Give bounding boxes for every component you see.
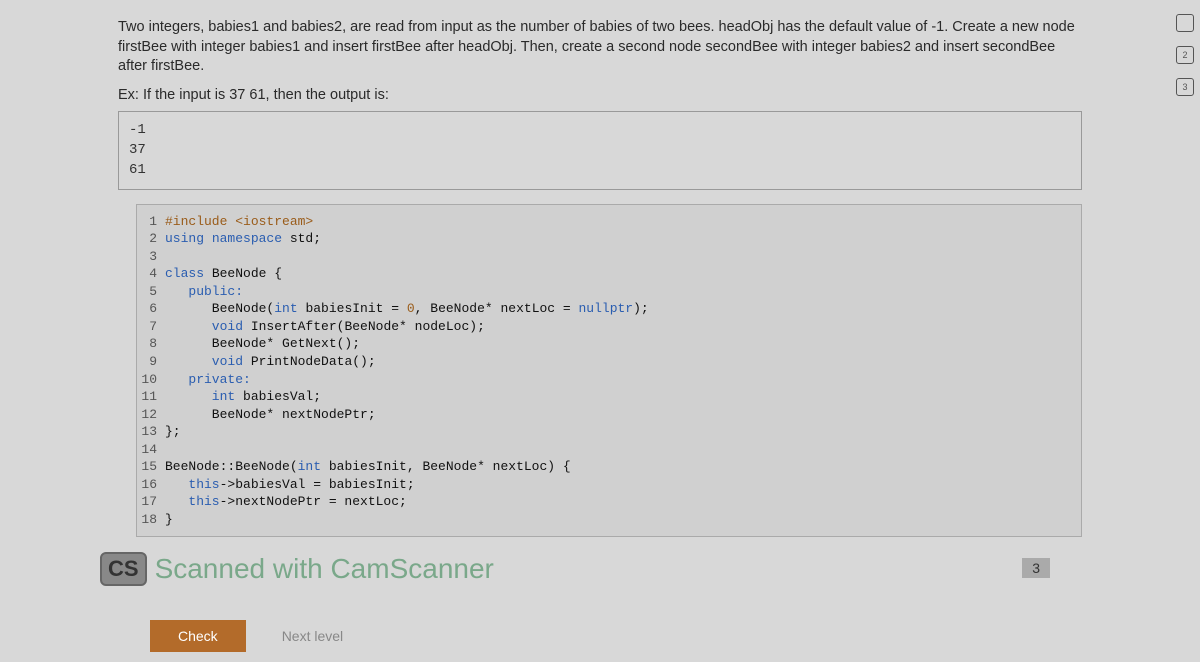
output-line: 61 [129,160,1071,180]
code-line: 14 [137,441,1081,459]
right-sidebar: 2 3 [1176,14,1194,96]
code-line: 4class BeeNode { [137,265,1081,283]
line-number: 13 [137,423,165,441]
page-number-badge: 3 [1022,558,1050,578]
line-number: 10 [137,371,165,389]
line-number: 4 [137,265,165,283]
problem-instructions: Two integers, babies1 and babies2, are r… [118,18,1082,77]
example-label: Ex: If the input is 37 61, then the outp… [118,87,1082,103]
output-line: -1 [129,120,1071,140]
code-content[interactable]: private: [165,371,251,389]
line-number: 18 [137,511,165,529]
line-number: 2 [137,230,165,248]
line-number: 17 [137,493,165,511]
code-line: 2using namespace std; [137,230,1081,248]
line-number: 12 [137,406,165,424]
code-line: 9 void PrintNodeData(); [137,353,1081,371]
next-level-button[interactable]: Next level [264,620,361,652]
code-content[interactable]: void PrintNodeData(); [165,353,376,371]
watermark-text: Scanned with CamScanner [155,553,494,585]
line-number: 8 [137,335,165,353]
sidebar-box-3[interactable]: 3 [1176,78,1194,96]
line-number: 16 [137,476,165,494]
code-content[interactable]: class BeeNode { [165,265,282,283]
check-button[interactable]: Check [150,620,246,652]
code-line: 5 public: [137,283,1081,301]
code-line: 8 BeeNode* GetNext(); [137,335,1081,353]
line-number: 5 [137,283,165,301]
code-content[interactable]: BeeNode::BeeNode(int babiesInit, BeeNode… [165,458,571,476]
code-line: 16 this->babiesVal = babiesInit; [137,476,1081,494]
code-content[interactable]: } [165,511,173,529]
bottom-buttons: Check Next level [150,620,361,652]
line-number: 14 [137,441,165,459]
code-line: 17 this->nextNodePtr = nextLoc; [137,493,1081,511]
code-line: 11 int babiesVal; [137,388,1081,406]
line-number: 6 [137,300,165,318]
code-content[interactable]: this->nextNodePtr = nextLoc; [165,493,407,511]
code-content[interactable]: public: [165,283,243,301]
line-number: 15 [137,458,165,476]
line-number: 9 [137,353,165,371]
code-content[interactable]: #include <iostream> [165,213,313,231]
camscanner-watermark: CS Scanned with CamScanner [100,552,494,586]
code-content[interactable]: int babiesVal; [165,388,321,406]
output-line: 37 [129,140,1071,160]
code-editor[interactable]: 1#include <iostream>2using namespace std… [136,204,1082,538]
cs-badge: CS [100,552,147,586]
code-content[interactable]: using namespace std; [165,230,321,248]
code-line: 7 void InsertAfter(BeeNode* nodeLoc); [137,318,1081,336]
sidebar-box-1[interactable] [1176,14,1194,32]
code-content[interactable]: BeeNode(int babiesInit = 0, BeeNode* nex… [165,300,649,318]
code-line: 1#include <iostream> [137,213,1081,231]
line-number: 1 [137,213,165,231]
code-line: 18} [137,511,1081,529]
sidebar-box-2[interactable]: 2 [1176,46,1194,64]
line-number: 7 [137,318,165,336]
code-content[interactable]: void InsertAfter(BeeNode* nodeLoc); [165,318,485,336]
code-content[interactable]: BeeNode* GetNext(); [165,335,360,353]
code-line: 6 BeeNode(int babiesInit = 0, BeeNode* n… [137,300,1081,318]
code-line: 15BeeNode::BeeNode(int babiesInit, BeeNo… [137,458,1081,476]
code-line: 10 private: [137,371,1081,389]
example-output: -1 37 61 [118,111,1082,190]
code-content[interactable]: BeeNode* nextNodePtr; [165,406,376,424]
line-number: 3 [137,248,165,266]
code-line: 13}; [137,423,1081,441]
code-line: 12 BeeNode* nextNodePtr; [137,406,1081,424]
code-content[interactable]: this->babiesVal = babiesInit; [165,476,415,494]
line-number: 11 [137,388,165,406]
code-content[interactable]: }; [165,423,181,441]
main-content: Two integers, babies1 and babies2, are r… [0,0,1200,662]
code-line: 3 [137,248,1081,266]
